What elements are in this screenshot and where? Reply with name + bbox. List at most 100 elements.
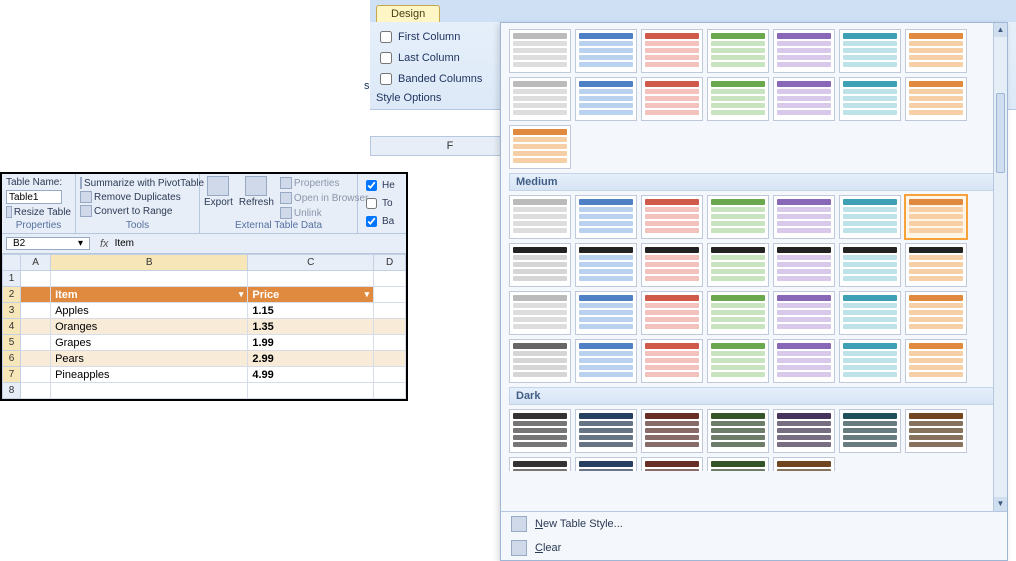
table-style-swatch[interactable] bbox=[773, 77, 835, 121]
tab-design[interactable]: Design bbox=[376, 5, 440, 22]
table-style-swatch[interactable] bbox=[905, 409, 967, 453]
first-column-check[interactable]: First Column bbox=[376, 28, 500, 46]
table-style-swatch[interactable] bbox=[575, 29, 637, 73]
worksheet[interactable]: A B C D 1 2 Item▾ Price▾ 3 Apples1.15 4 Or… bbox=[2, 254, 406, 399]
table-style-swatch[interactable] bbox=[773, 29, 835, 73]
table-style-swatch[interactable] bbox=[509, 243, 571, 287]
export-button[interactable]: Export bbox=[204, 176, 233, 220]
table-style-swatch[interactable] bbox=[641, 77, 703, 121]
row-4[interactable]: 4 bbox=[3, 319, 21, 335]
cell[interactable]: Apples bbox=[51, 303, 248, 319]
table-style-swatch[interactable] bbox=[839, 243, 901, 287]
row-7[interactable]: 7 bbox=[3, 367, 21, 383]
table-style-swatch[interactable] bbox=[509, 339, 571, 383]
select-all[interactable] bbox=[3, 255, 21, 271]
hdr-item[interactable]: Item▾ bbox=[51, 287, 248, 303]
table-style-swatch[interactable] bbox=[839, 77, 901, 121]
table-style-swatch[interactable] bbox=[707, 243, 769, 287]
check-header[interactable]: He bbox=[362, 177, 402, 194]
table-style-swatch[interactable] bbox=[509, 29, 571, 73]
table-style-swatch[interactable] bbox=[773, 339, 835, 383]
table-style-swatch[interactable] bbox=[839, 195, 901, 239]
table-style-swatch[interactable] bbox=[839, 339, 901, 383]
table-style-swatch[interactable] bbox=[707, 29, 769, 73]
col-c[interactable]: C bbox=[248, 255, 374, 271]
table-style-swatch[interactable] bbox=[905, 339, 967, 383]
table-style-swatch[interactable] bbox=[641, 29, 703, 73]
summarize-pivot[interactable]: Summarize with PivotTable bbox=[80, 176, 195, 190]
table-style-swatch[interactable] bbox=[641, 339, 703, 383]
table-style-swatch[interactable] bbox=[641, 457, 703, 471]
table-style-swatch[interactable] bbox=[575, 243, 637, 287]
table-style-swatch[interactable] bbox=[905, 29, 967, 73]
table-style-swatch[interactable] bbox=[509, 195, 571, 239]
table-style-swatch[interactable] bbox=[773, 243, 835, 287]
row-3[interactable]: 3 bbox=[3, 303, 21, 319]
table-style-swatch[interactable] bbox=[509, 125, 571, 169]
cell[interactable]: 1.99 bbox=[248, 335, 374, 351]
table-style-swatch[interactable] bbox=[905, 195, 967, 239]
fx-icon[interactable]: fx bbox=[100, 238, 109, 250]
table-style-swatch[interactable] bbox=[641, 409, 703, 453]
row-5[interactable]: 5 bbox=[3, 335, 21, 351]
table-style-swatch[interactable] bbox=[707, 339, 769, 383]
cell[interactable]: Pineapples bbox=[51, 367, 248, 383]
scroll-thumb[interactable] bbox=[996, 93, 1005, 173]
row-6[interactable]: 6 bbox=[3, 351, 21, 367]
refresh-button[interactable]: Refresh bbox=[239, 176, 274, 220]
table-style-swatch[interactable] bbox=[641, 195, 703, 239]
table-style-swatch[interactable] bbox=[575, 195, 637, 239]
table-style-swatch[interactable] bbox=[773, 409, 835, 453]
resize-table[interactable]: Resize Table bbox=[6, 205, 71, 219]
col-d[interactable]: D bbox=[374, 255, 406, 271]
table-style-swatch[interactable] bbox=[509, 77, 571, 121]
col-a[interactable]: A bbox=[21, 255, 51, 271]
convert-to-range[interactable]: Convert to Range bbox=[80, 204, 195, 218]
remove-duplicates[interactable]: Remove Duplicates bbox=[80, 190, 195, 204]
table-style-swatch[interactable] bbox=[707, 195, 769, 239]
table-style-swatch[interactable] bbox=[839, 29, 901, 73]
name-box[interactable]: B2▾ bbox=[6, 237, 90, 250]
table-style-swatch[interactable] bbox=[707, 291, 769, 335]
hdr-price[interactable]: Price▾ bbox=[248, 287, 374, 303]
filter-icon[interactable]: ▾ bbox=[239, 289, 244, 300]
last-column-check[interactable]: Last Column bbox=[376, 49, 500, 67]
cell[interactable]: Grapes bbox=[51, 335, 248, 351]
clear-style[interactable]: Clear bbox=[501, 536, 1007, 560]
check-banded[interactable]: Ba bbox=[362, 213, 402, 230]
cell[interactable]: 4.99 bbox=[248, 367, 374, 383]
table-style-swatch[interactable] bbox=[905, 243, 967, 287]
filter-icon[interactable]: ▾ bbox=[365, 289, 370, 300]
table-style-swatch[interactable] bbox=[707, 77, 769, 121]
new-table-style[interactable]: NNew Table Style...ew Table Style... bbox=[501, 512, 1007, 536]
table-style-swatch[interactable] bbox=[509, 409, 571, 453]
banded-columns-check[interactable]: Banded Columns bbox=[376, 70, 500, 88]
cell[interactable]: Oranges bbox=[51, 319, 248, 335]
table-style-swatch[interactable] bbox=[905, 77, 967, 121]
cell[interactable]: Pears bbox=[51, 351, 248, 367]
table-style-swatch[interactable] bbox=[509, 457, 571, 471]
cell[interactable]: 1.35 bbox=[248, 319, 374, 335]
table-style-swatch[interactable] bbox=[509, 291, 571, 335]
table-style-swatch[interactable] bbox=[773, 291, 835, 335]
table-style-swatch[interactable] bbox=[575, 77, 637, 121]
cell[interactable]: 1.15 bbox=[248, 303, 374, 319]
table-style-swatch[interactable] bbox=[773, 457, 835, 471]
check-total[interactable]: To bbox=[362, 195, 402, 212]
row-8[interactable]: 8 bbox=[3, 383, 21, 399]
table-style-swatch[interactable] bbox=[839, 409, 901, 453]
table-style-swatch[interactable] bbox=[707, 457, 769, 471]
formula-value[interactable]: Item bbox=[115, 238, 134, 249]
col-b[interactable]: B bbox=[51, 255, 248, 271]
table-name-input[interactable] bbox=[6, 190, 62, 204]
row-1[interactable]: 1 bbox=[3, 271, 21, 287]
table-style-swatch[interactable] bbox=[707, 409, 769, 453]
table-style-swatch[interactable] bbox=[575, 339, 637, 383]
gallery-scrollbar[interactable]: ▲ ▼ bbox=[993, 23, 1007, 511]
table-style-swatch[interactable] bbox=[575, 457, 637, 471]
table-style-swatch[interactable] bbox=[641, 243, 703, 287]
table-style-swatch[interactable] bbox=[575, 291, 637, 335]
table-style-swatch[interactable] bbox=[905, 291, 967, 335]
table-style-swatch[interactable] bbox=[773, 195, 835, 239]
row-2[interactable]: 2 bbox=[3, 287, 21, 303]
